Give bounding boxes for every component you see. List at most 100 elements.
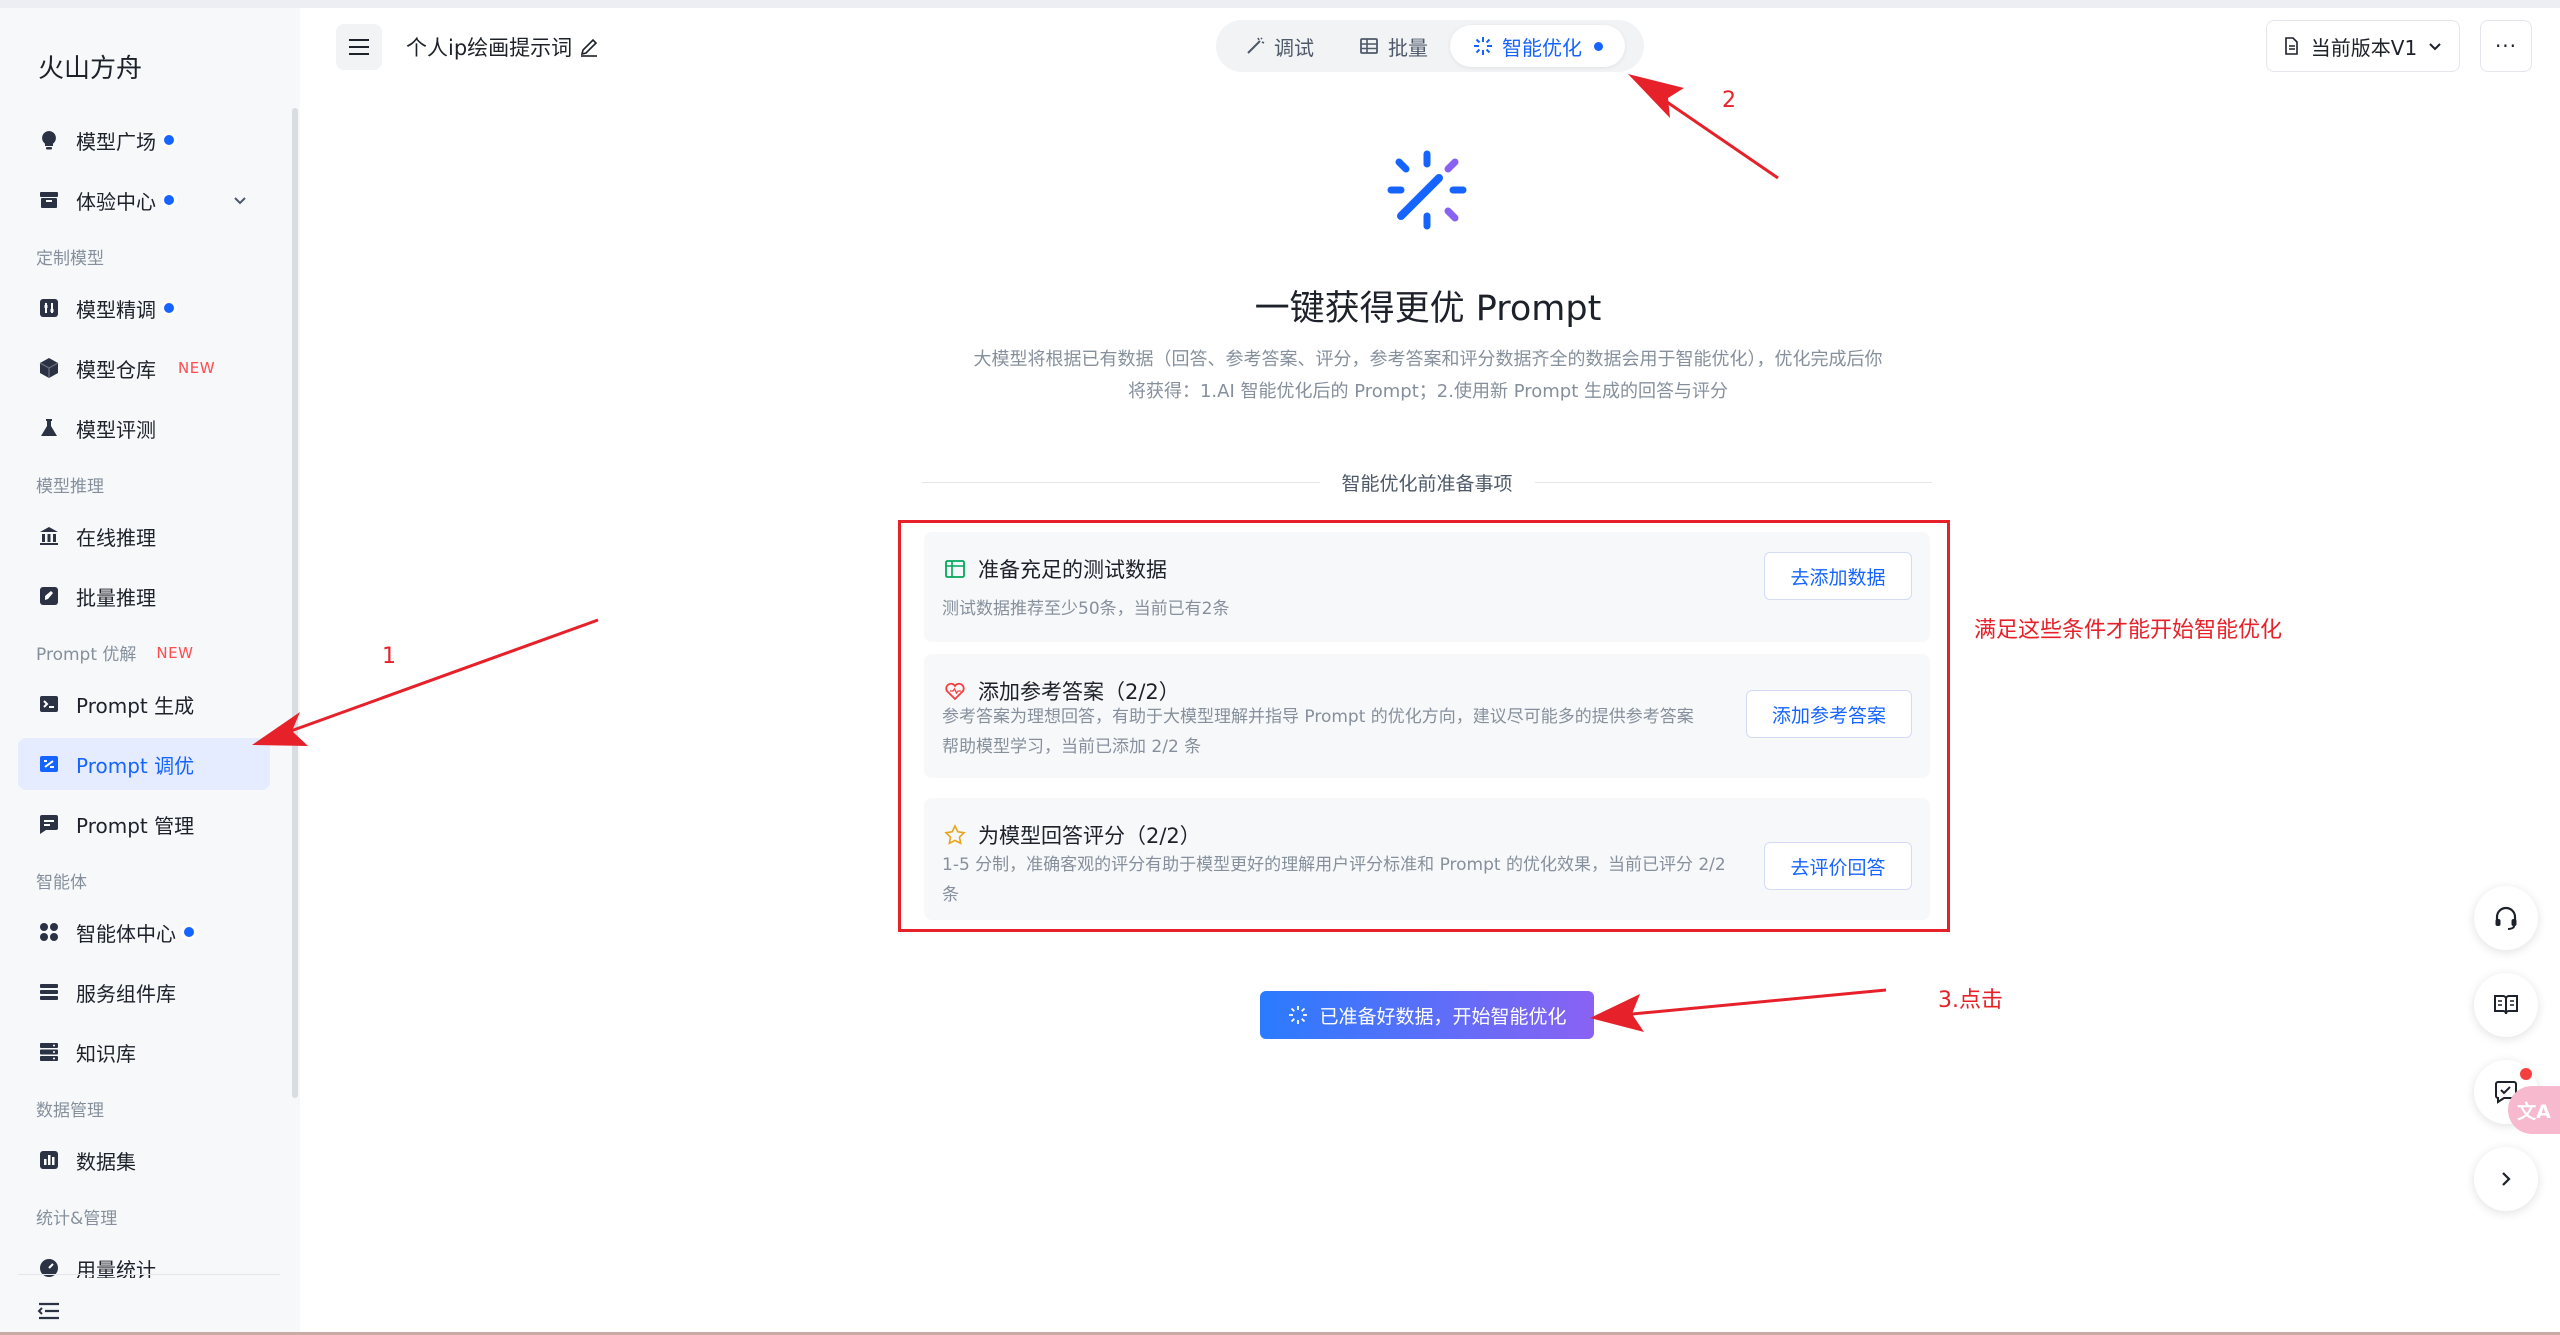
sidebar-item-service-components[interactable]: 服务组件库 [18,966,270,1018]
page-title: 个人ip绘画提示词 [406,32,600,62]
tab-label: 智能优化 [1502,35,1582,60]
sidebar-item-usage-stats[interactable]: 用量统计 [18,1242,270,1278]
hamburger-icon [349,39,369,55]
docs-button[interactable] [2474,973,2538,1037]
annotation-label-2: 2 [1722,88,1736,113]
stack-icon [36,979,62,1005]
headset-icon [2495,906,2517,930]
new-tag: NEW [156,643,194,662]
magic-sparkle-icon [1387,150,1467,230]
section-divider: 智能优化前准备事项 [922,470,1933,495]
start-smart-optimize-button[interactable]: 已准备好数据，开始智能优化 [1260,991,1594,1039]
box-icon [36,187,62,213]
mode-tabs: 调试 批量 智能优化 [1216,20,1644,72]
bulb-icon [36,127,62,153]
hero-title: 一键获得更优 Prompt [1254,289,1602,329]
brand-logo[interactable]: 火山方舟 [38,48,142,85]
hero-desc-line: 大模型将根据已有数据（回答、参考答案、评分，参考答案和评分数据齐全的数据会用于智… [973,349,1883,370]
sidebar-item-agent-center[interactable]: 智能体中心 [18,906,270,958]
star-icon [944,824,966,845]
card-desc-line: 帮助模型学习，当前已添加 2/2 条 [942,737,1202,757]
section-data-mgmt: 数据管理 [36,1101,104,1121]
cube-icon [36,355,62,381]
sidebar-item-model-repo[interactable]: 模型仓库 NEW [18,342,270,394]
add-data-button[interactable]: 去添加数据 [1764,552,1912,600]
sidebar-item-dataset[interactable]: 数据集 [18,1134,270,1186]
sidebar-item-label: 批量推理 [76,585,156,610]
annotation-label-1: 1 [382,644,396,669]
tab-label: 批量 [1388,35,1428,60]
sparkle-icon [1474,37,1492,55]
terminal-icon [36,691,62,717]
menu-toggle-button[interactable] [336,24,382,70]
sidebar-item-knowledge-base[interactable]: 知识库 [18,1026,270,1078]
hero-desc-line: 将获得：1.AI 智能优化后的 Prompt；2.使用新 Prompt 生成的回… [1127,381,1728,402]
divider-label: 智能优化前准备事项 [1341,472,1513,495]
sidebar-item-label: 数据集 [76,1149,136,1174]
more-icon: ··· [2494,34,2518,58]
sidebar-item-label: 智能体中心 [76,921,176,946]
divider-line [922,481,1320,483]
chevron-down-icon [2429,43,2441,51]
sidebar-item-model-square[interactable]: 模型广场 [18,114,270,166]
chevron-down-icon[interactable] [230,190,250,210]
new-dot [164,135,174,145]
card-title-text: 为模型回答评分（2/2） [978,824,1201,848]
arrow-3-line [1631,988,1887,1016]
tab-smart-optimize[interactable]: 智能优化 [1450,25,1625,67]
version-select[interactable]: 当前版本V1 [2266,20,2460,72]
section-model-inference: 模型推理 [36,477,104,497]
new-dot [184,927,194,937]
annotation-label-3: 3.点击 [1938,988,2003,1013]
rocket-icon [36,583,62,609]
sidebar-item-label: Prompt 调优 [76,753,195,778]
sidebar-item-label: Prompt 生成 [76,693,195,718]
card-title: 准备充足的测试数据 [944,554,1167,584]
flask-icon [36,415,62,441]
page-title-text: 个人ip绘画提示词 [406,36,573,60]
arrow-2-line [1663,98,1779,180]
sidebar-item-prompt-generate[interactable]: Prompt 生成 [18,678,270,730]
sidebar-item-label: 模型评测 [76,417,156,442]
table-icon [945,560,965,578]
add-reference-answer-button[interactable]: 添加参考答案 [1746,690,1912,738]
edit-icon[interactable] [578,36,600,58]
sidebar-item-online-inference[interactable]: 在线推理 [18,510,270,562]
card-desc-line: 条 [942,885,959,905]
notification-badge [2520,1068,2532,1080]
expand-panel-button[interactable] [2474,1147,2538,1211]
sidebar-item-prompt-tune[interactable]: Prompt 调优 [18,738,270,790]
card-desc: 参考答案为理想回答，有助于大模型理解并指导 Prompt 的优化方向，建议尽可能… [942,702,1694,762]
sidebar-clip: 用量统计 [18,1242,288,1278]
card-title: 为模型回答评分（2/2） [944,820,1201,850]
tab-debug[interactable]: 调试 [1222,25,1336,67]
sidebar-scrollbar[interactable] [292,108,298,1098]
more-button[interactable]: ··· [2480,20,2532,72]
divider-line [1534,481,1933,483]
collapse-menu-icon[interactable] [36,1300,62,1322]
prep-card-reference-answer: 添加参考答案（2/2） 参考答案为理想回答，有助于大模型理解并指导 Prompt… [924,654,1930,778]
tab-batch[interactable]: 批量 [1336,25,1450,67]
translate-icon: 文A [2517,1100,2551,1123]
sidebar-item-batch-inference[interactable]: 批量推理 [18,570,270,622]
sidebar-item-evaluation[interactable]: 模型评测 [18,402,270,454]
rate-answers-button[interactable]: 去评价回答 [1764,842,1912,890]
section-stats: 统计&管理 [36,1209,118,1229]
translate-button[interactable]: 文A [2508,1086,2560,1134]
sidebar-item-label: 体验中心 [76,189,156,214]
card-desc: 1-5 分制，准确客观的评分有助于模型更好的理解用户评分标准和 Prompt 的… [942,850,1726,910]
message-icon [36,811,62,837]
bank-icon [36,523,62,549]
support-button[interactable] [2474,886,2538,950]
book-icon [2494,995,2518,1015]
arrow-2-head [1628,74,1684,118]
sidebar-item-label: 知识库 [76,1041,136,1066]
start-button-label: 已准备好数据，开始智能优化 [1319,1005,1567,1028]
sidebar-item-experience-center[interactable]: 体验中心 [18,174,270,226]
card-desc-line: 参考答案为理想回答，有助于大模型理解并指导 Prompt 的优化方向，建议尽可能… [942,707,1694,727]
server-icon [36,1039,62,1065]
sidebar-item-label: 在线推理 [76,525,156,550]
sparkle-icon [1289,1006,1308,1024]
top-border [0,0,2560,8]
sidebar-item-prompt-manage[interactable]: Prompt 管理 [18,798,270,850]
